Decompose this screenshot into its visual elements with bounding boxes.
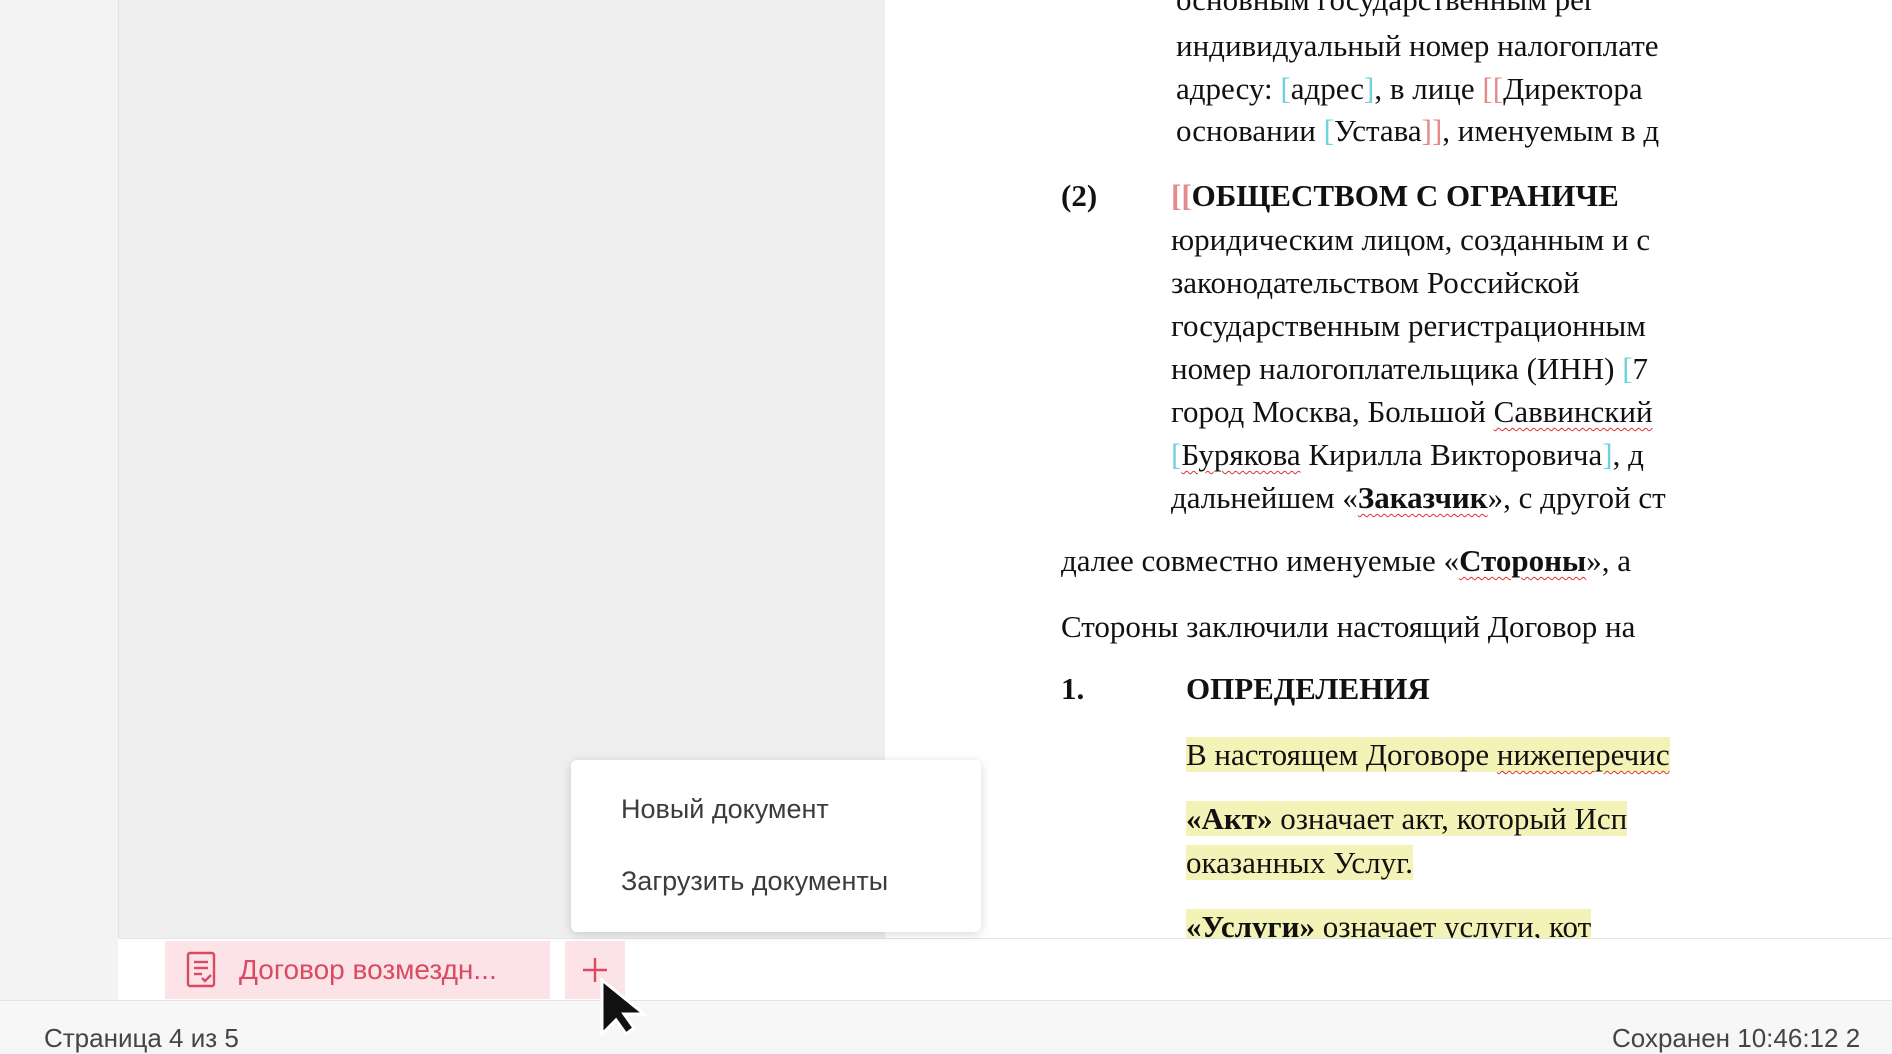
left-gutter (0, 0, 118, 1000)
doc-line: дальнейшем «Заказчик», с другой ст (1171, 480, 1666, 515)
doc-line: адресу: [адрес], в лице [[Директора (1176, 71, 1643, 106)
tab-document-label: Договор возмездн... (239, 954, 497, 985)
menu-item-upload-documents[interactable]: Загрузить документы (621, 866, 888, 897)
add-document-menu: Новый документ Загрузить документы (571, 760, 981, 932)
doc-line: государственным регистрационным (1171, 308, 1646, 343)
page-indicator: Страница 4 из 5 (44, 1023, 239, 1053)
save-status: Сохранен 10:46:12 2 (1612, 1023, 1861, 1053)
doc-line: Стороны заключили настоящий Договор на (1061, 609, 1636, 644)
doc-line: номер налогоплательщика (ИНН) [7 (1171, 351, 1649, 386)
tab-document[interactable]: Договор возмездн... (165, 941, 550, 999)
doc-line: «Услуги» означает услуги, кот (1186, 909, 1592, 938)
mouse-pointer-icon (600, 978, 649, 1036)
party-number: (2) (1061, 178, 1098, 213)
doc-line: далее совместно именуемые «Стороны», а (1061, 543, 1631, 578)
document-tab-bar: Договор возмездн... (118, 938, 1892, 1001)
doc-line: юридическим лицом, созданным и с (1171, 222, 1651, 257)
doc-line: «Акт» означает акт, который Исп (1186, 801, 1628, 836)
doc-line: основным государственным рег (1176, 0, 1597, 18)
doc-line: город Москва, Большой Саввинский (1171, 394, 1653, 429)
doc-line: основании [Устава]], именуемым в д (1176, 113, 1660, 148)
doc-line: [[ОБЩЕСТВОМ С ОГРАНИЧЕ (1171, 178, 1619, 213)
doc-line: оказанных Услуг. (1186, 845, 1414, 880)
document-icon (186, 951, 216, 988)
doc-line: В настоящем Договоре нижеперечис (1186, 737, 1670, 772)
section-number: 1. (1061, 671, 1085, 706)
doc-line: [Бурякова Кирилла Викторовича], д (1171, 437, 1644, 472)
section-title: ОПРЕДЕЛЕНИЯ (1186, 671, 1430, 706)
doc-line: законодательством Российской (1171, 265, 1580, 300)
document-page[interactable]: основным государственным рег индивидуаль… (885, 0, 1892, 938)
status-bar: Страница 4 из 5 Сохранен 10:46:12 2 (0, 1000, 1892, 1053)
menu-item-new-document[interactable]: Новый документ (621, 794, 829, 825)
doc-line: индивидуальный номер налогоплате (1176, 28, 1659, 63)
